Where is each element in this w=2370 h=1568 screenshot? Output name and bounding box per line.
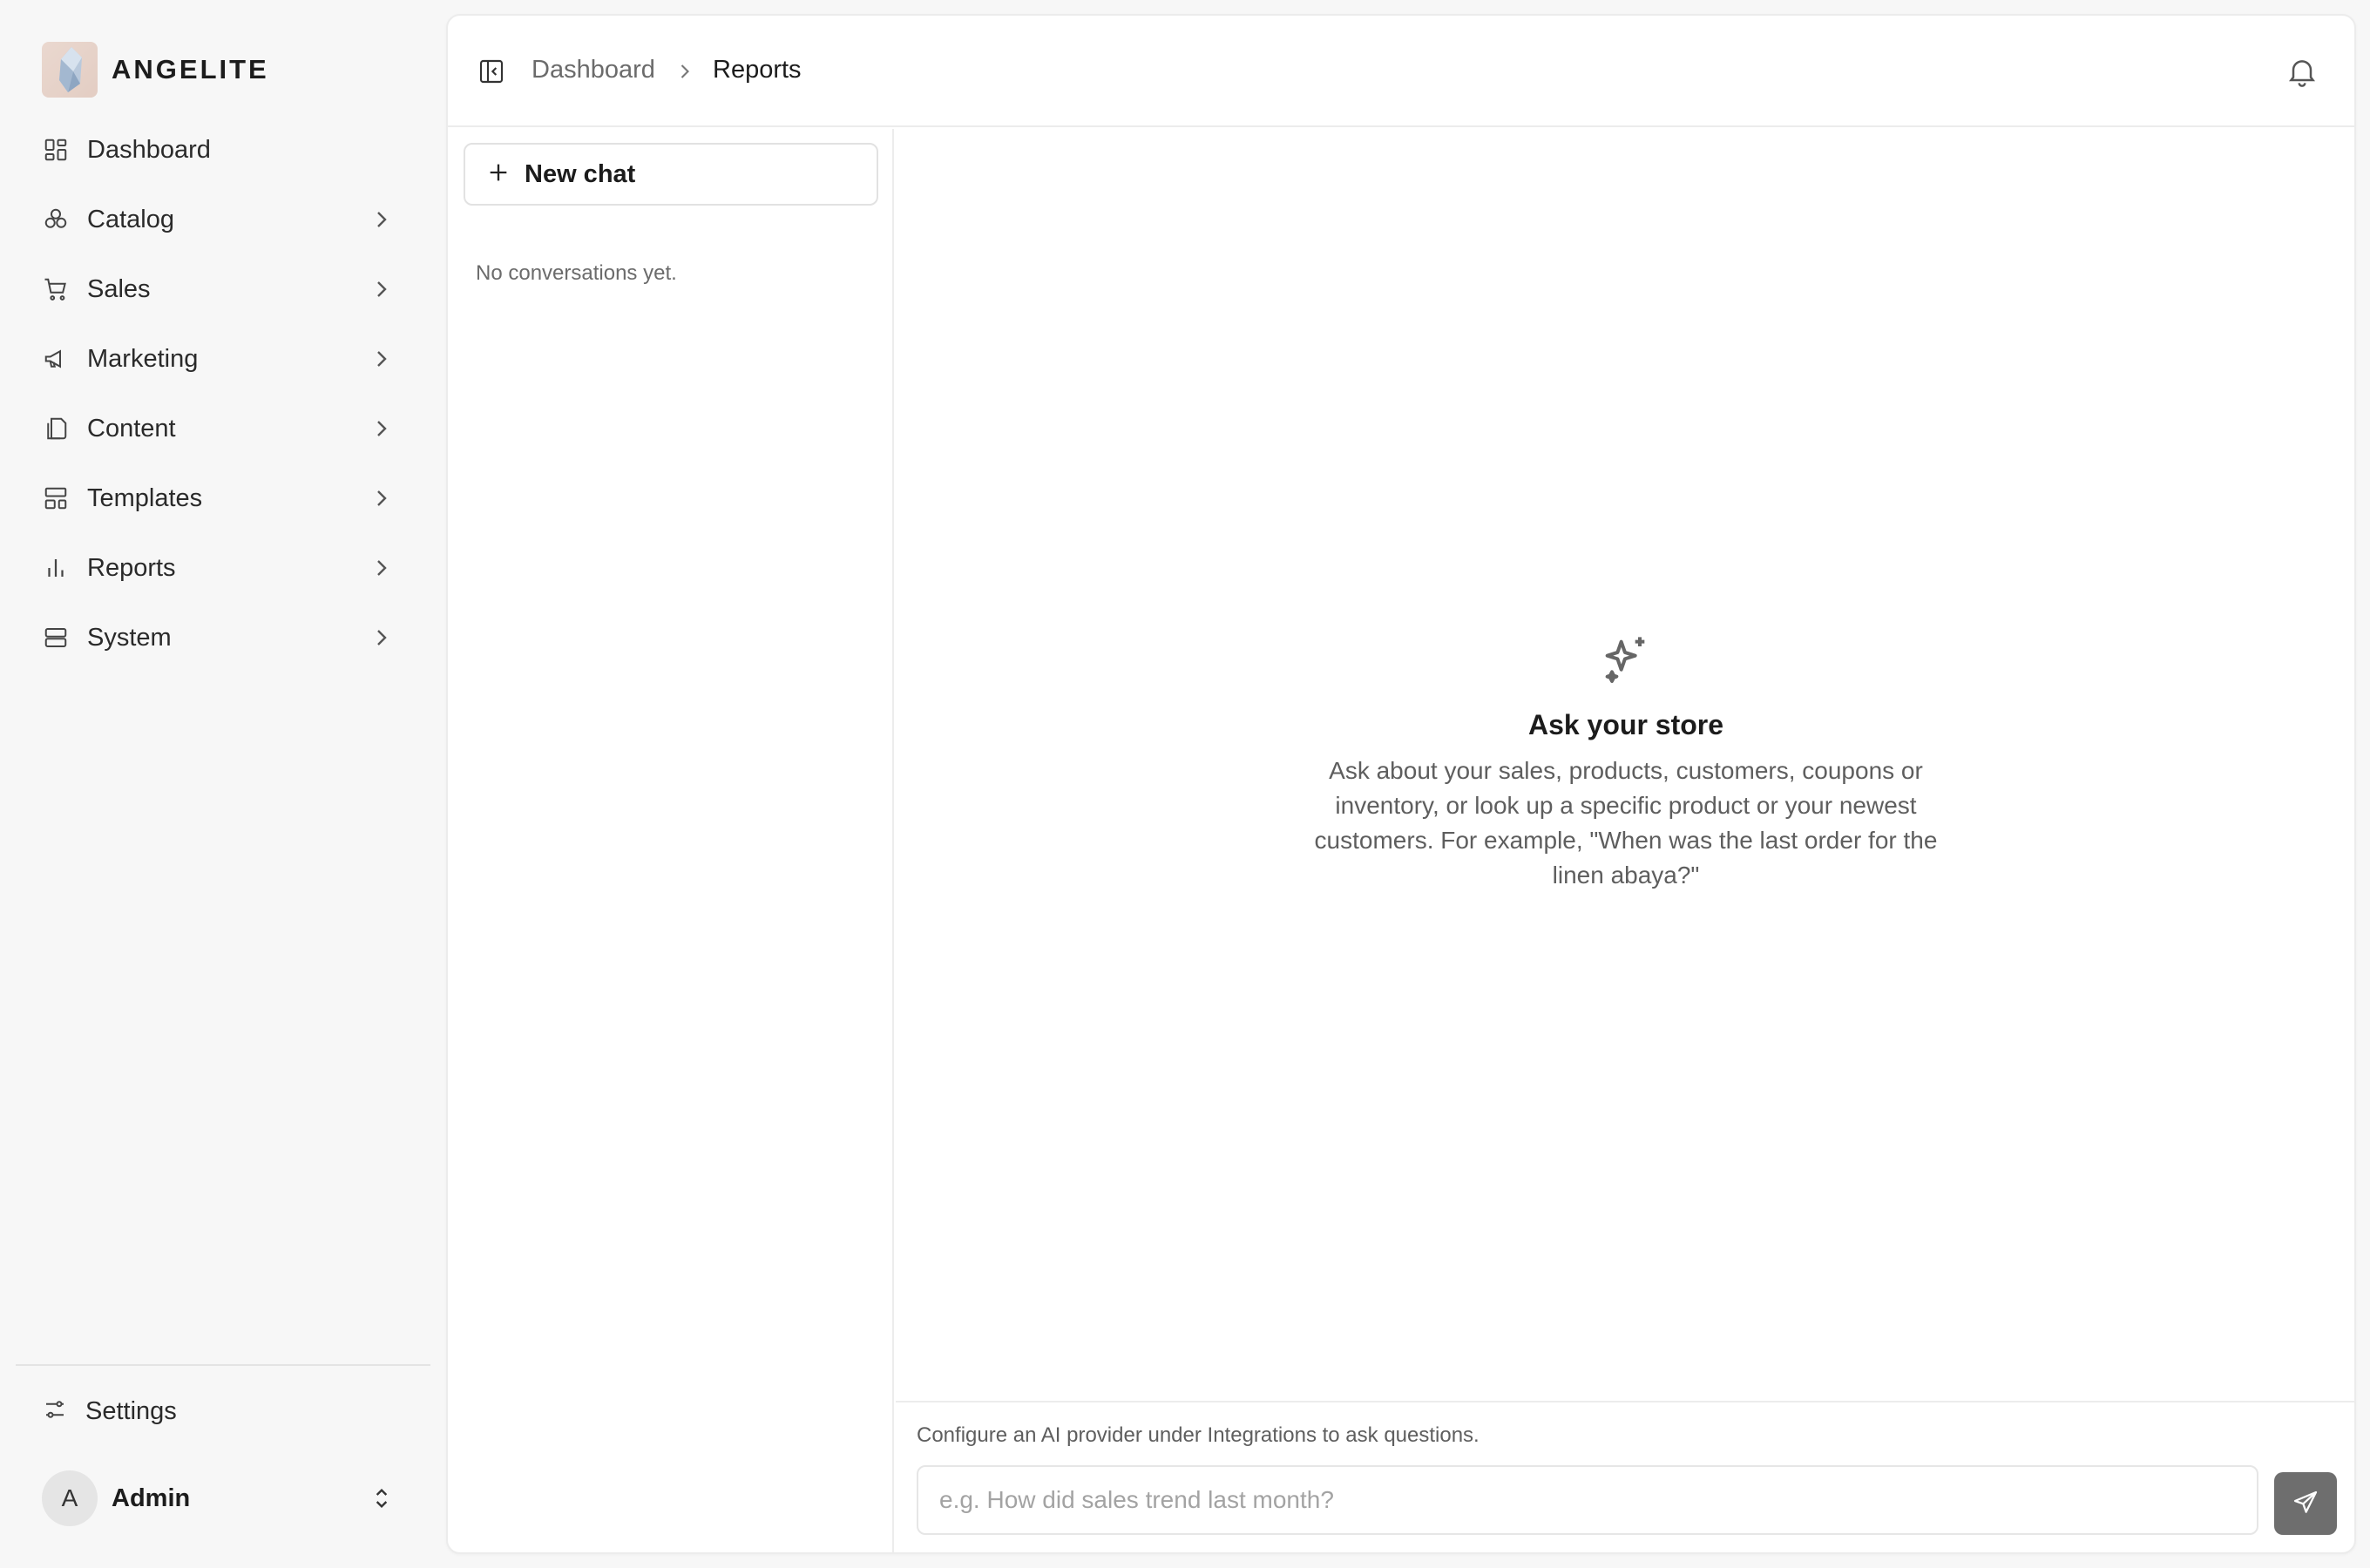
chat-area: Ask your store Ask about your sales, pro… <box>896 129 2354 1552</box>
breadcrumb-dashboard[interactable]: Dashboard <box>532 56 655 84</box>
empty-state-title: Ask your store <box>1527 709 1724 740</box>
sparkles-icon <box>1598 632 1654 688</box>
sidebar-item-settings[interactable]: Settings <box>24 1383 416 1439</box>
sidebar-item-reports[interactable]: Reports <box>24 540 416 596</box>
empty-conversations-text: No conversations yet. <box>476 261 677 285</box>
chevron-right-icon <box>368 415 396 443</box>
empty-state: Ask your store Ask about your sales, pro… <box>896 632 2354 893</box>
app-root: ANGELITE Dashboard Catalog Sales Marketi… <box>0 0 2370 1568</box>
sidebar-item-dashboard[interactable]: Dashboard <box>24 122 416 178</box>
user-menu[interactable]: A Admin <box>24 1469 416 1528</box>
brand[interactable]: ANGELITE <box>42 42 269 98</box>
sidebar-divider <box>16 1364 430 1366</box>
brand-name: ANGELITE <box>112 54 269 84</box>
sidebar-item-label: Dashboard <box>87 135 211 164</box>
user-name: Admin <box>112 1484 191 1512</box>
sidebar-nav: Dashboard Catalog Sales Marketing Conten… <box>24 122 416 679</box>
sidebar-item-sales[interactable]: Sales <box>24 261 416 317</box>
settings-label: Settings <box>85 1396 177 1425</box>
sidebar-item-label: Templates <box>87 483 203 512</box>
composer: Configure an AI provider under Integrati… <box>896 1401 2354 1552</box>
breadcrumb-current: Reports <box>713 56 802 84</box>
sidebar: ANGELITE Dashboard Catalog Sales Marketi… <box>0 0 446 1568</box>
top-bar: Dashboard Reports <box>448 16 2354 127</box>
cart-icon <box>42 275 70 303</box>
main-panel: Dashboard Reports New chat No conversati… <box>446 14 2356 1554</box>
sidebar-item-label: Sales <box>87 274 151 303</box>
chevron-right-icon <box>368 484 396 512</box>
empty-state-description: Ask about your sales, products, customer… <box>1314 757 1938 889</box>
server-icon <box>42 624 70 652</box>
sliders-icon <box>42 1396 68 1427</box>
chevron-right-icon <box>368 206 396 233</box>
chevron-right-icon <box>368 275 396 303</box>
sidebar-item-label: Catalog <box>87 205 174 233</box>
new-chat-label: New chat <box>525 159 636 188</box>
chevron-right-icon <box>673 59 697 84</box>
sidebar-item-templates[interactable]: Templates <box>24 470 416 526</box>
sidebar-toggle-icon[interactable] <box>477 57 505 85</box>
chevron-right-icon <box>368 624 396 652</box>
sidebar-item-system[interactable]: System <box>24 610 416 666</box>
send-button[interactable] <box>2274 1472 2337 1535</box>
sidebar-item-content[interactable]: Content <box>24 401 416 456</box>
question-input[interactable] <box>917 1465 2258 1535</box>
bell-icon[interactable] <box>2285 54 2319 89</box>
chevron-right-icon <box>368 345 396 373</box>
sidebar-item-label: Marketing <box>87 344 199 373</box>
sidebar-item-label: System <box>87 623 172 652</box>
conversation-list: New chat No conversations yet. <box>448 129 894 1552</box>
files-icon <box>42 415 70 443</box>
chevron-right-icon <box>368 554 396 582</box>
bar-chart-icon <box>42 554 70 582</box>
plus-icon <box>486 160 511 189</box>
chevron-up-down-icon[interactable] <box>368 1484 396 1512</box>
dashboard-icon <box>42 136 70 164</box>
send-icon <box>2292 1489 2319 1519</box>
crystal-logo-icon <box>42 42 98 98</box>
megaphone-icon <box>42 345 70 373</box>
layout-icon <box>42 484 70 512</box>
sidebar-item-label: Content <box>87 414 176 443</box>
sidebar-item-marketing[interactable]: Marketing <box>24 331 416 387</box>
new-chat-button[interactable]: New chat <box>464 143 878 206</box>
catalog-icon <box>42 206 70 233</box>
sidebar-item-label: Reports <box>87 553 176 582</box>
avatar: A <box>42 1470 98 1526</box>
provider-note: Configure an AI provider under Integrati… <box>917 1423 1480 1447</box>
sidebar-item-catalog[interactable]: Catalog <box>24 192 416 247</box>
